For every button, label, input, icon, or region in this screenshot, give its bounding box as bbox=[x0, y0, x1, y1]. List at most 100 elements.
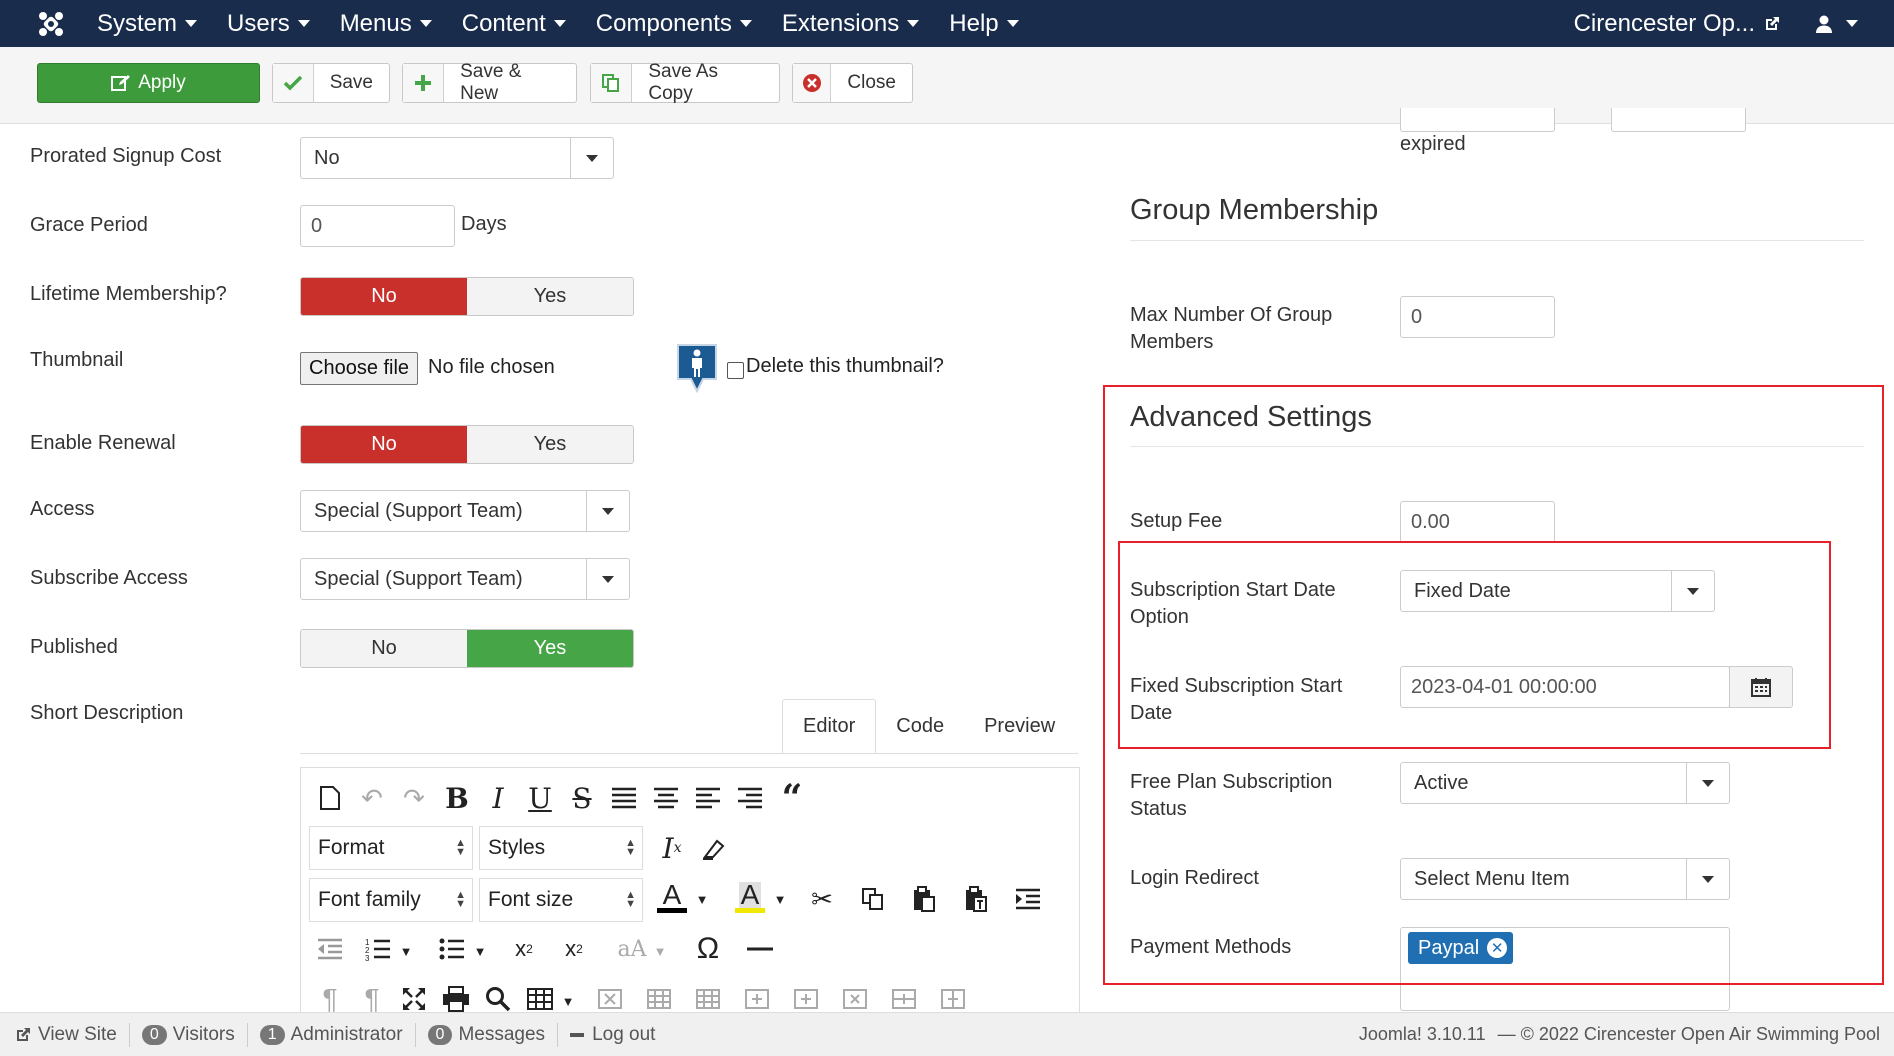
save-button[interactable]: Save bbox=[272, 63, 390, 103]
background-color-dropdown-icon[interactable]: ▼ bbox=[763, 882, 797, 916]
background-color-icon[interactable]: A bbox=[733, 880, 767, 914]
site-name-link[interactable]: Cirencester Op... bbox=[1574, 0, 1781, 47]
indent-icon[interactable] bbox=[1011, 882, 1045, 916]
text-color-icon[interactable]: A bbox=[655, 880, 689, 914]
text-color-dropdown-icon[interactable]: ▼ bbox=[685, 882, 719, 916]
subscribe-access-select[interactable]: Special (Support Team) bbox=[300, 558, 630, 600]
horizontal-rule-icon[interactable] bbox=[743, 932, 777, 966]
fullscreen-icon[interactable] bbox=[397, 982, 431, 1016]
save-new-button[interactable]: Save & New bbox=[402, 61, 577, 104]
bold-icon[interactable]: B bbox=[440, 781, 474, 815]
menu-extensions[interactable]: Extensions bbox=[782, 10, 920, 38]
table-row-props-icon[interactable] bbox=[642, 982, 676, 1016]
published-yes-option[interactable]: Yes bbox=[467, 630, 633, 667]
status-footer: View Site 0 Visitors 1 Administrator 0 Mess… bbox=[0, 1012, 1894, 1056]
menu-users[interactable]: Users bbox=[227, 10, 310, 38]
numbered-list-dropdown-icon[interactable]: ▼ bbox=[389, 934, 423, 968]
bullet-list-dropdown-icon[interactable]: ▼ bbox=[463, 934, 497, 968]
redo-icon[interactable]: ↷ bbox=[397, 781, 431, 815]
align-left-icon[interactable] bbox=[691, 781, 725, 815]
rtl-icon[interactable]: ¶ bbox=[355, 982, 389, 1016]
max-group-members-input[interactable]: 0 bbox=[1400, 296, 1555, 338]
menu-components[interactable]: Components bbox=[596, 10, 752, 38]
caret-down-icon bbox=[297, 20, 310, 27]
copyright-text: Joomla! 3.10.11 — © 2022 Cirencester Ope… bbox=[1359, 1013, 1880, 1056]
table-cell-props-icon[interactable] bbox=[691, 982, 725, 1016]
renewal-yes-option[interactable]: Yes bbox=[467, 426, 633, 463]
check-icon bbox=[273, 64, 314, 102]
menu-content[interactable]: Content bbox=[462, 10, 566, 38]
copy-icon[interactable] bbox=[856, 882, 890, 916]
visitors-badge: 0 bbox=[141, 1024, 167, 1045]
tab-preview[interactable]: Preview bbox=[964, 699, 1075, 754]
insert-column-after-icon[interactable] bbox=[936, 982, 970, 1016]
access-select[interactable]: Special (Support Team) bbox=[300, 490, 630, 532]
search-icon[interactable] bbox=[481, 982, 515, 1016]
save-as-copy-button[interactable]: Save As Copy bbox=[590, 61, 780, 104]
delete-thumbnail-checkbox[interactable] bbox=[727, 362, 744, 379]
tab-code[interactable]: Code bbox=[876, 699, 964, 754]
font-case-dropdown-icon[interactable]: ▼ bbox=[643, 934, 677, 968]
new-document-icon[interactable] bbox=[313, 781, 347, 815]
italic-icon[interactable]: I bbox=[481, 781, 515, 815]
lifetime-membership-label: Lifetime Membership? bbox=[30, 283, 227, 305]
expired-label: expired bbox=[1400, 133, 1466, 155]
insert-row-after-icon[interactable] bbox=[789, 982, 823, 1016]
font-family-select[interactable]: Font family ▲ ▼ bbox=[309, 878, 473, 922]
delete-thumbnail-label: Delete this thumbnail? bbox=[746, 355, 944, 377]
main-menu: System Users Menus Content Components Ex… bbox=[97, 0, 1049, 47]
menu-menus[interactable]: Menus bbox=[340, 10, 432, 38]
delete-row-icon[interactable] bbox=[838, 982, 872, 1016]
messages-status[interactable]: 0 Messages bbox=[416, 1022, 559, 1047]
insert-column-before-icon[interactable] bbox=[887, 982, 921, 1016]
menu-system[interactable]: System bbox=[97, 10, 198, 38]
choose-file-button[interactable]: Choose file bbox=[300, 352, 419, 385]
special-character-icon[interactable]: Ω bbox=[691, 932, 725, 966]
close-button[interactable]: Close bbox=[792, 63, 913, 103]
grace-period-input[interactable]: 0 bbox=[300, 205, 455, 247]
format-select[interactable]: Format ▲ ▼ bbox=[309, 826, 473, 870]
menu-help[interactable]: Help bbox=[949, 10, 1019, 38]
undo-icon[interactable]: ↶ bbox=[355, 781, 389, 815]
prorated-signup-select[interactable]: No bbox=[300, 137, 614, 179]
logout-link[interactable]: Log out bbox=[558, 1023, 667, 1047]
strikethrough-icon[interactable]: S bbox=[565, 781, 599, 815]
renewal-no-option[interactable]: No bbox=[301, 426, 467, 463]
underline-icon[interactable]: U bbox=[523, 781, 557, 815]
delete-table-icon[interactable] bbox=[593, 982, 627, 1016]
joomla-logo-icon[interactable] bbox=[36, 9, 66, 39]
max-group-members-label: Max Number Of Group Members bbox=[1130, 304, 1333, 353]
paste-text-icon[interactable] bbox=[959, 882, 993, 916]
align-right-icon[interactable] bbox=[733, 781, 767, 815]
svg-text:3: 3 bbox=[365, 954, 370, 961]
superscript-icon[interactable]: x2 bbox=[557, 932, 591, 966]
user-menu[interactable] bbox=[1814, 0, 1858, 47]
lifetime-yes-option[interactable]: Yes bbox=[467, 278, 633, 315]
group-membership-heading: Group Membership bbox=[1130, 194, 1379, 226]
cut-icon[interactable]: ✂ bbox=[805, 882, 839, 916]
paste-icon[interactable] bbox=[907, 882, 941, 916]
outdent-icon[interactable] bbox=[313, 932, 347, 966]
align-justify-icon[interactable] bbox=[607, 781, 641, 815]
tab-editor[interactable]: Editor bbox=[782, 699, 877, 754]
insert-row-before-icon[interactable] bbox=[740, 982, 774, 1016]
lifetime-no-option[interactable]: No bbox=[301, 278, 467, 315]
print-icon[interactable] bbox=[439, 982, 473, 1016]
align-center-icon[interactable] bbox=[649, 781, 683, 815]
administrator-status[interactable]: 1 Administrator bbox=[248, 1022, 416, 1047]
visitors-status[interactable]: 0 Visitors bbox=[130, 1022, 248, 1047]
styles-select[interactable]: Styles ▲ ▼ bbox=[479, 826, 643, 870]
clear-formatting-icon[interactable]: Ix bbox=[655, 831, 689, 865]
view-site-link[interactable]: View Site bbox=[0, 1022, 130, 1047]
blockquote-icon[interactable]: “ bbox=[775, 777, 809, 819]
apply-button[interactable]: Apply bbox=[37, 63, 260, 103]
subscript-icon[interactable]: x2 bbox=[507, 932, 541, 966]
admin-badge: 1 bbox=[259, 1024, 285, 1045]
expiry-partial-input[interactable] bbox=[1400, 108, 1555, 132]
published-no-option[interactable]: No bbox=[301, 630, 467, 667]
expiry-partial-select[interactable] bbox=[1611, 108, 1746, 132]
ltr-icon[interactable]: ¶ bbox=[313, 982, 347, 1016]
font-size-select[interactable]: Font size ▲ ▼ bbox=[479, 878, 643, 922]
no-file-chosen-text: No file chosen bbox=[428, 356, 555, 378]
eraser-icon[interactable] bbox=[697, 831, 731, 865]
